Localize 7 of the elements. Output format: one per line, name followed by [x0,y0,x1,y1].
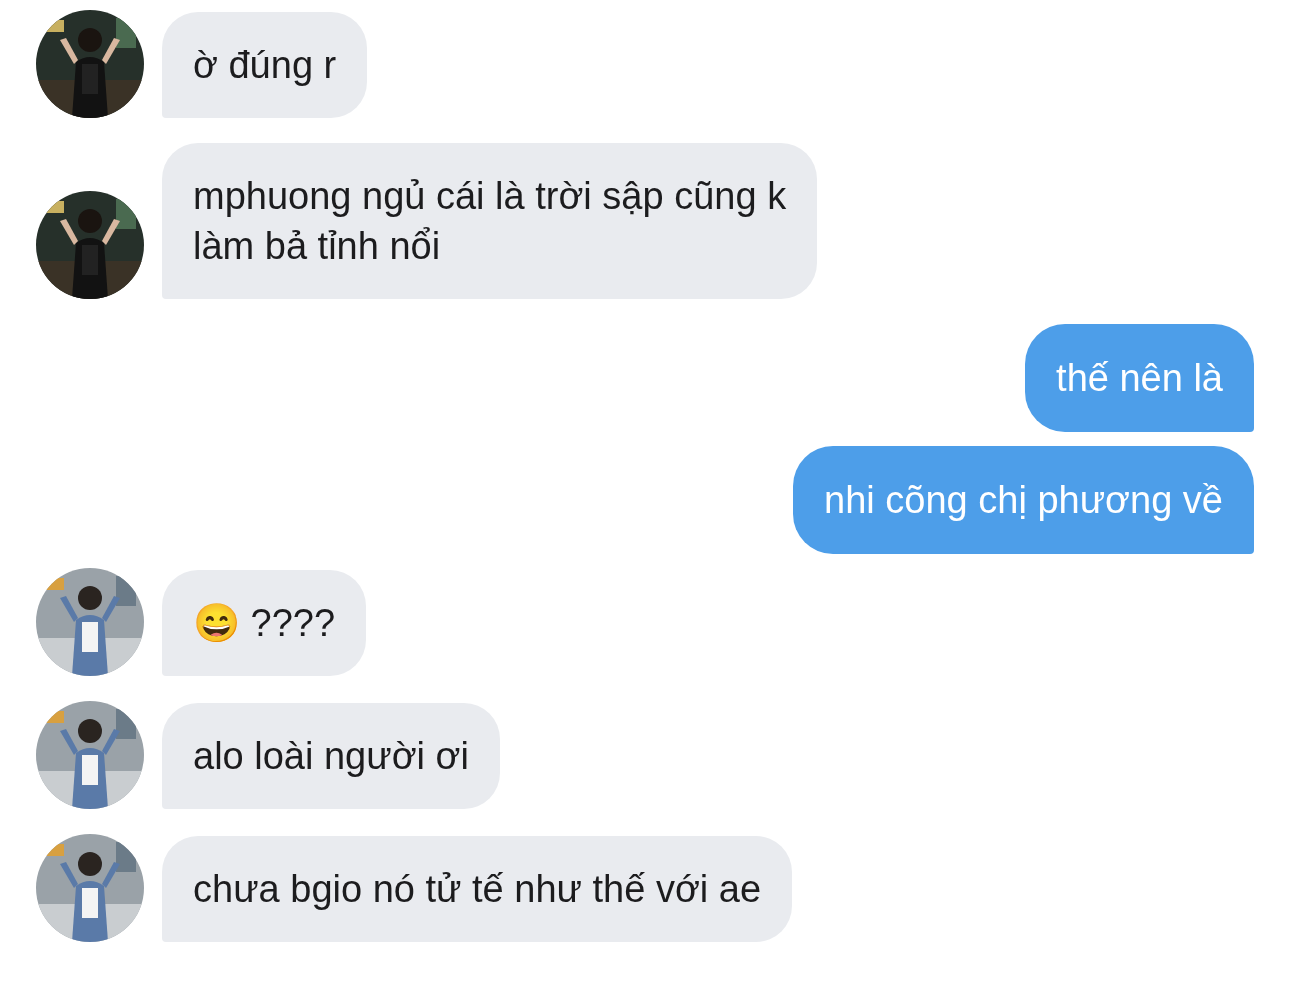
message-bubble: alo loài người ơi [162,703,500,809]
message-bubble: 😄 ???? [162,570,367,676]
message-bubble: chưa bgio nó tử tế như thế với ae [162,836,793,942]
message-bubble: ờ đúng r [162,12,368,118]
message-bubble: thế nên là [1025,324,1254,432]
message-bubble: mphuong ngủ cái là trời sập cũng k làm bả tỉnh nổi [162,143,818,299]
message-bubble: nhi cõng chị phương về [793,446,1254,554]
